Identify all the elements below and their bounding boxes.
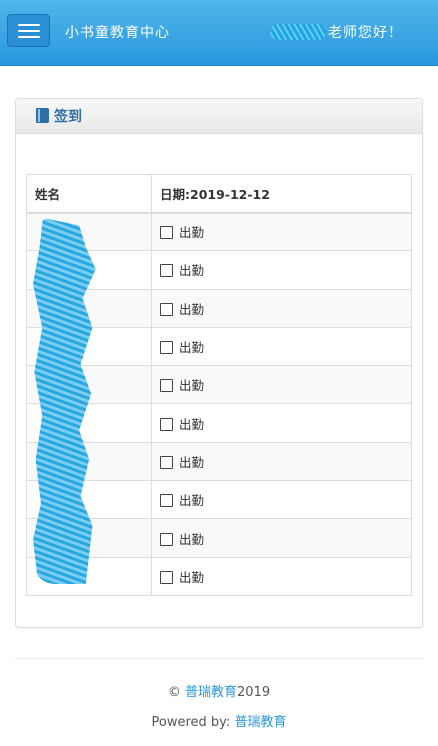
attendance-label[interactable]: 出勤 xyxy=(179,455,204,470)
attendance-cell: 出勤 xyxy=(151,326,412,367)
teacher-greeting: 老师您好！ xyxy=(270,22,403,42)
column-header-name: 姓名 xyxy=(26,174,152,214)
attendance-cell: 出勤 xyxy=(151,441,412,482)
hamburger-icon-bar xyxy=(18,36,40,38)
attendance-label[interactable]: 出勤 xyxy=(179,532,204,547)
attendance-checkbox[interactable] xyxy=(160,455,173,469)
column-header-date: 日期:2019-12-12 xyxy=(151,174,412,214)
attendance-cell: 出勤 xyxy=(151,403,412,443)
attendance-cell: 出勤 xyxy=(151,556,412,596)
table-header-row: 姓名 日期:2019-12-12 xyxy=(26,174,412,214)
panel-header: 签到 xyxy=(16,99,422,134)
attendance-label[interactable]: 出勤 xyxy=(179,340,204,355)
attendance-checkbox[interactable] xyxy=(160,264,173,278)
redacted-teacher-name xyxy=(270,24,326,40)
attendance-cell: 出勤 xyxy=(151,288,412,328)
attendance-checkbox[interactable] xyxy=(160,302,173,316)
attendance-checkbox[interactable] xyxy=(160,417,173,431)
attendance-checkbox[interactable] xyxy=(160,532,173,546)
attendance-checkbox[interactable] xyxy=(160,570,173,584)
powered-by-label: Powered by: xyxy=(151,715,231,730)
attendance-label[interactable]: 出勤 xyxy=(179,263,204,278)
footer-divider xyxy=(15,658,423,659)
attendance-label[interactable]: 出勤 xyxy=(179,302,204,317)
attendance-label[interactable]: 出勤 xyxy=(179,378,204,393)
attendance-cell: 出勤 xyxy=(151,365,412,405)
hamburger-icon xyxy=(18,24,40,26)
attendance-cell: 出勤 xyxy=(151,211,412,252)
book-icon xyxy=(36,108,50,124)
attendance-cell: 出勤 xyxy=(151,250,412,290)
top-navbar: 小书童教育中心 老师您好！ xyxy=(0,0,438,66)
attendance-label[interactable]: 出勤 xyxy=(179,225,204,240)
copyright-symbol: © xyxy=(167,685,181,700)
attendance-checkbox[interactable] xyxy=(160,226,173,240)
menu-toggle-button[interactable] xyxy=(7,14,50,47)
attendance-label[interactable]: 出勤 xyxy=(179,570,204,585)
copyright-link[interactable]: 普瑞教育 xyxy=(185,685,237,700)
hamburger-icon-bar xyxy=(18,30,40,32)
attendance-label[interactable]: 出勤 xyxy=(179,493,204,508)
attendance-checkbox[interactable] xyxy=(160,494,173,508)
brand-title[interactable]: 小书童教育中心 xyxy=(65,22,170,42)
attendance-checkbox[interactable] xyxy=(160,341,173,355)
attendance-checkbox[interactable] xyxy=(160,379,173,393)
attendance-cell: 出勤 xyxy=(151,480,412,520)
powered-by-link[interactable]: 普瑞教育 xyxy=(234,715,286,730)
copyright-year: 2019 xyxy=(237,685,271,700)
greeting-text: 老师您好！ xyxy=(328,25,403,41)
attendance-label[interactable]: 出勤 xyxy=(179,417,204,432)
attendance-cell: 出勤 xyxy=(151,518,412,558)
footer-powered-by: Powered by: 普瑞教育 xyxy=(0,711,438,730)
footer-copyright: © 普瑞教育2019 xyxy=(0,681,438,700)
panel-title: 签到 xyxy=(54,109,82,125)
